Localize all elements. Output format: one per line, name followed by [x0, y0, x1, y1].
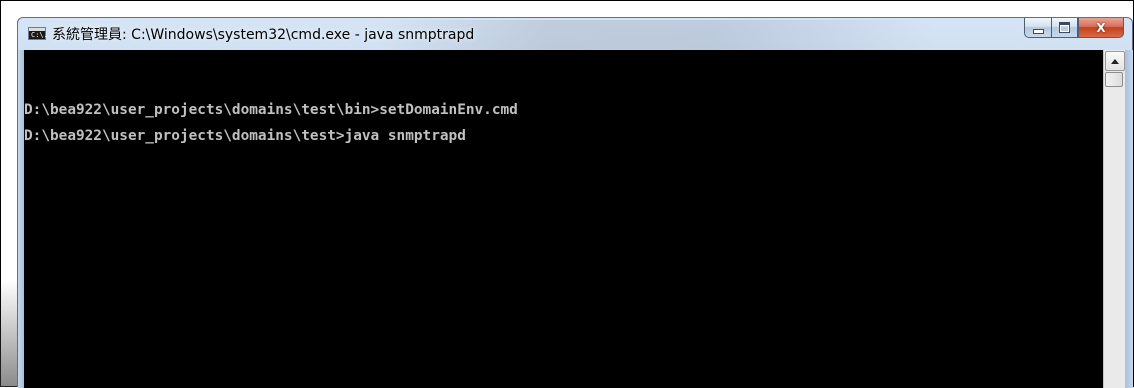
maximize-button[interactable]	[1051, 18, 1078, 38]
minimize-icon	[1032, 28, 1044, 34]
console-output[interactable]: D:\bea922\user_projects\domains\test\bin…	[24, 50, 1103, 388]
cmd-window: C:\. 系統管理員: C:\Windows\system32\cmd.exe …	[17, 17, 1133, 388]
caption-buttons: X	[1024, 18, 1124, 38]
minimize-button[interactable]	[1024, 18, 1051, 38]
window-right-border	[1125, 50, 1133, 388]
console-line: D:\bea922\user_projects\domains\test\bin…	[24, 102, 518, 118]
vertical-scrollbar[interactable]	[1103, 50, 1125, 388]
close-icon: X	[1096, 20, 1106, 35]
close-button[interactable]: X	[1078, 18, 1124, 38]
titlebar[interactable]: C:\. 系統管理員: C:\Windows\system32\cmd.exe …	[18, 18, 1132, 48]
arrow-up-icon	[1111, 58, 1119, 64]
scroll-thumb[interactable]	[1105, 72, 1123, 87]
window-title: 系統管理員: C:\Windows\system32\cmd.exe - jav…	[52, 27, 475, 43]
desktop-shadow	[0, 280, 17, 387]
scroll-up-button[interactable]	[1105, 51, 1125, 71]
console-line: D:\bea922\user_projects\domains\test>jav…	[24, 128, 466, 144]
cmd-icon-label: C:\.	[31, 31, 48, 39]
cmd-console-icon[interactable]: C:\.	[28, 27, 48, 40]
maximize-icon	[1059, 22, 1070, 33]
